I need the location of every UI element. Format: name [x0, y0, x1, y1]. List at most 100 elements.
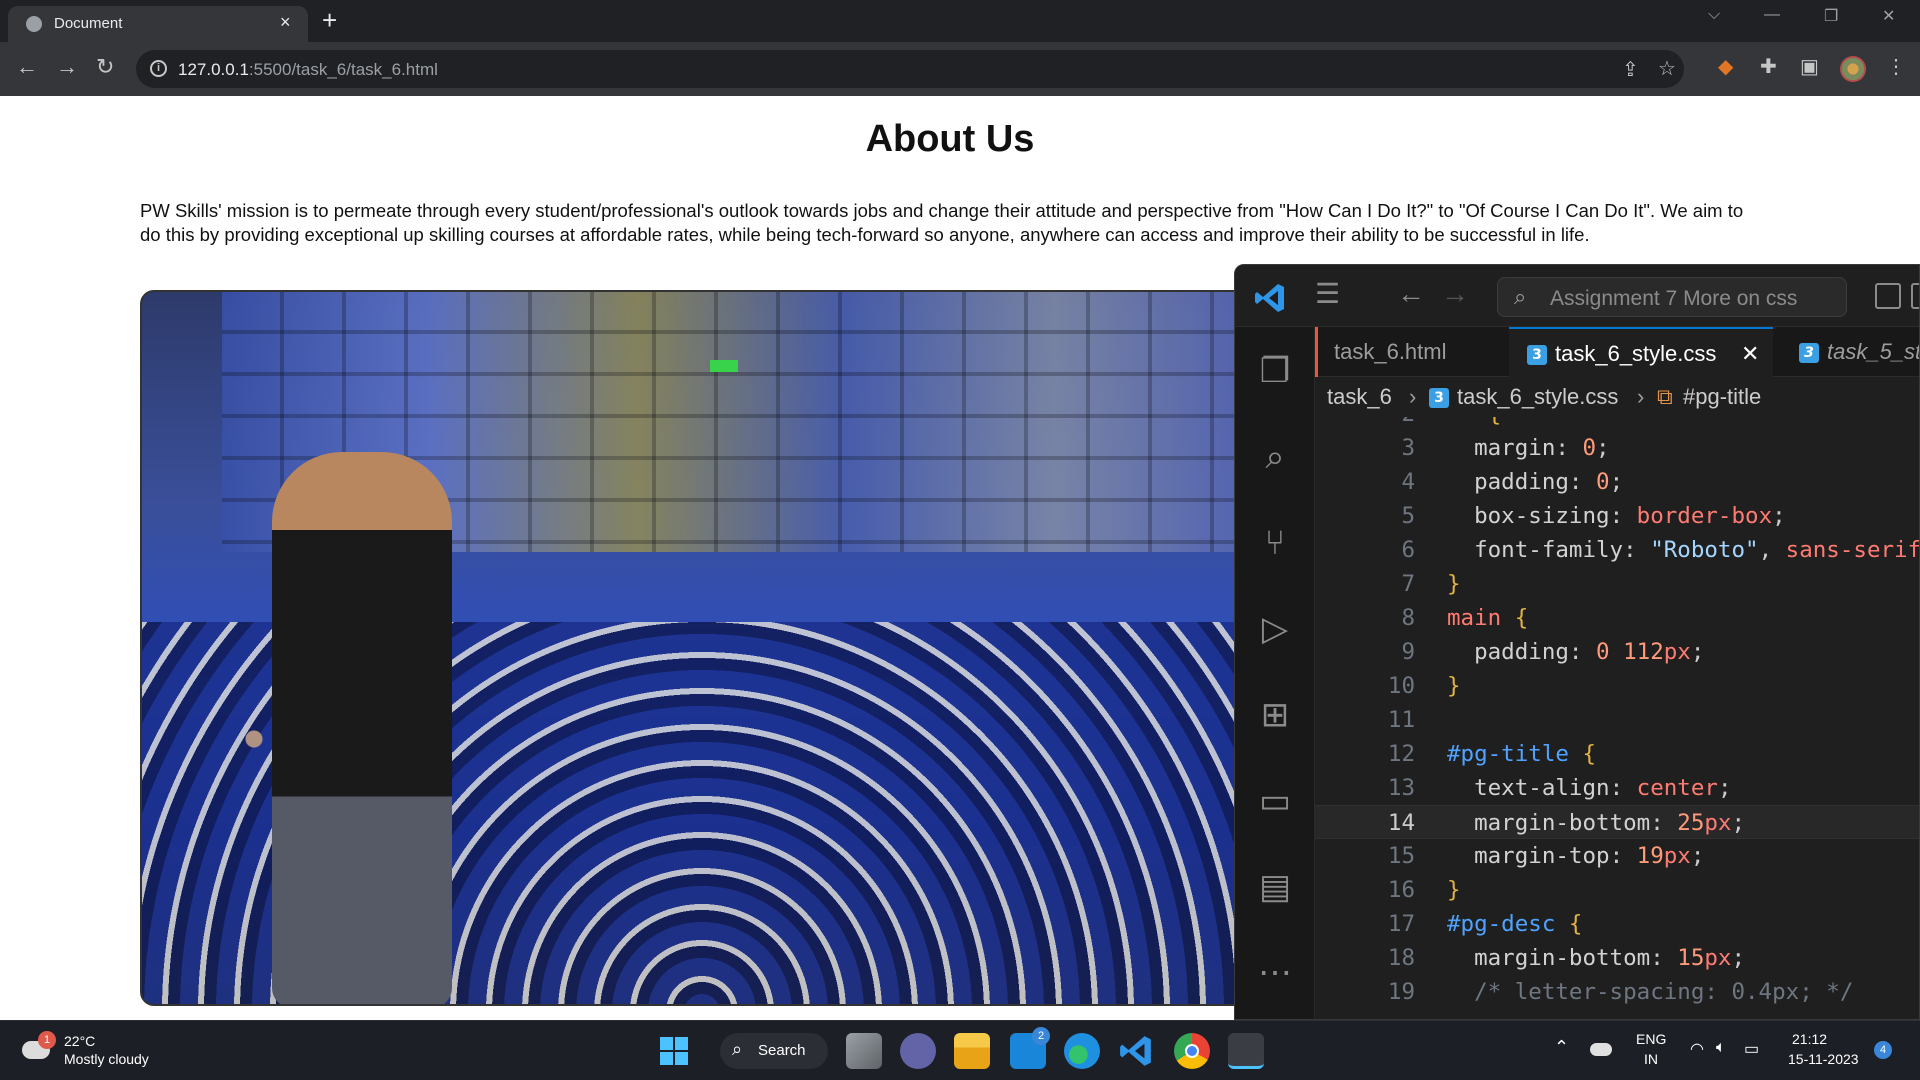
chevron-up-icon[interactable]: ⌃ — [1554, 1037, 1569, 1058]
url-text[interactable]: 127.0.0.1:5500/task_6/task_6.html — [178, 60, 438, 80]
browser-tab[interactable]: Document × — [8, 6, 308, 42]
code-line[interactable]: 17 #pg-desc { — [1315, 907, 1919, 941]
restore-button[interactable]: ❐ — [1824, 6, 1838, 26]
more-icon[interactable]: ⋯ — [1253, 951, 1297, 995]
edge-browser-icon[interactable] — [1064, 1033, 1100, 1069]
start-button[interactable] — [656, 1033, 692, 1069]
code-line[interactable]: 8 main { — [1315, 601, 1919, 635]
minimize-button[interactable]: — — [1764, 6, 1780, 24]
onedrive-icon[interactable] — [1590, 1043, 1612, 1056]
notification-badge[interactable]: 4 — [1874, 1041, 1892, 1059]
tab-task-6-html[interactable]: task_6.html — [1315, 327, 1501, 377]
code-line[interactable]: 4 padding: 0; — [1315, 465, 1919, 499]
hamburger-menu-icon[interactable]: ☰ — [1315, 279, 1340, 309]
snipping-tool-icon[interactable] — [1228, 1033, 1264, 1069]
code-text[interactable]: * { — [1447, 417, 1501, 431]
code-line[interactable]: 18 margin-bottom: 15px; — [1315, 941, 1919, 975]
toggle-sidebar-icon[interactable] — [1875, 283, 1901, 309]
code-text[interactable]: } — [1447, 873, 1461, 907]
task-view-icon[interactable] — [846, 1033, 882, 1069]
code-text[interactable]: margin-bottom: 15px; — [1447, 941, 1745, 975]
explorer-icon[interactable]: ❐ — [1253, 349, 1297, 393]
address-bar[interactable]: i 127.0.0.1:5500/task_6/task_6.html ⇪ ☆ — [136, 50, 1684, 88]
code-text[interactable]: margin: 0; — [1447, 431, 1609, 465]
forward-button[interactable]: → — [56, 54, 78, 80]
teams-chat-icon[interactable] — [900, 1033, 936, 1069]
breadcrumb-file[interactable]: 3 task_6_style.css — [1429, 377, 1618, 417]
file-explorer-icon[interactable] — [954, 1033, 990, 1069]
nav-forward-icon[interactable]: → — [1441, 279, 1469, 309]
source-control-icon[interactable]: ⑂ — [1253, 521, 1297, 565]
code-line[interactable]: 10} — [1315, 669, 1919, 703]
taskbar-search[interactable]: ⌕ Search — [720, 1033, 828, 1069]
clock-time[interactable]: 21:12 — [1792, 1031, 1827, 1047]
remote-explorer-icon[interactable]: ▭ — [1253, 779, 1297, 823]
code-line[interactable]: 5 box-sizing: border-box; — [1315, 499, 1919, 533]
command-center-search[interactable]: ⌕ Assignment 7 More on css — [1497, 277, 1847, 317]
code-line[interactable]: 16} — [1315, 873, 1919, 907]
battery-icon[interactable]: ▭ — [1744, 1039, 1759, 1059]
code-text[interactable]: #pg-title { — [1447, 737, 1596, 771]
code-text[interactable]: main { — [1447, 601, 1528, 635]
reload-button[interactable]: ↻ — [96, 54, 114, 80]
code-text[interactable]: } — [1447, 567, 1461, 601]
code-line[interactable]: 7} — [1315, 567, 1919, 601]
tab-task-6-style-css[interactable]: 3 task_6_style.css ✕ — [1509, 327, 1773, 377]
code-editor[interactable]: 2* {3 margin: 0;4 padding: 0;5 box-sizin… — [1315, 417, 1919, 1019]
code-text[interactable]: } — [1447, 669, 1461, 703]
code-text[interactable]: padding: 0 112px; — [1447, 635, 1704, 669]
code-line[interactable]: 3 margin: 0; — [1315, 431, 1919, 465]
clock-date[interactable]: 15-11-2023 — [1788, 1051, 1859, 1067]
code-line[interactable]: 12 #pg-title { — [1315, 737, 1919, 771]
breadcrumb-folder[interactable]: task_6 — [1327, 377, 1392, 417]
code-line[interactable]: 19 /* letter-spacing: 0.4px; */ — [1315, 975, 1919, 1009]
volume-icon[interactable]: 🔈︎ — [1716, 1039, 1726, 1057]
search-label: Search — [758, 1042, 806, 1059]
share-icon[interactable]: ⇪ — [1622, 59, 1639, 81]
search-view-icon[interactable]: ⌕ — [1253, 435, 1297, 479]
code-line[interactable]: 2 * { — [1315, 417, 1919, 431]
code-line[interactable]: 9 padding: 0 112px; — [1315, 635, 1919, 669]
star-icon[interactable]: ☆ — [1658, 58, 1676, 80]
code-text[interactable]: #pg-desc { — [1447, 907, 1582, 941]
folder-icon[interactable]: ▤ — [1253, 865, 1297, 909]
mail-icon[interactable]: 2 — [1010, 1027, 1050, 1069]
new-tab-button[interactable]: + — [322, 6, 337, 34]
code-text[interactable]: margin-top: 19px; — [1447, 839, 1704, 873]
tab-search-dropdown-icon[interactable]: ⌵ — [1708, 6, 1720, 24]
code-text[interactable]: box-sizing: border-box; — [1447, 499, 1786, 533]
tab-close-icon[interactable]: × — [280, 12, 291, 33]
code-line[interactable]: 6 font-family: "Roboto", sans-serif; — [1315, 533, 1919, 567]
language-line-2[interactable]: IN — [1644, 1051, 1658, 1067]
window-close-button[interactable]: ✕ — [1882, 6, 1895, 26]
code-line[interactable]: 11 — [1315, 703, 1919, 737]
site-info-icon[interactable]: i — [150, 60, 167, 77]
sidepanel-icon[interactable]: ▣ — [1800, 56, 1819, 78]
code-text[interactable]: text-align: center; — [1447, 771, 1731, 805]
puzzle-icon[interactable]: ✚ — [1760, 56, 1777, 78]
weather-widget[interactable]: 1 22°C Mostly cloudy — [18, 1029, 168, 1073]
tab-close-icon[interactable]: ✕ — [1741, 329, 1759, 379]
code-line[interactable]: 13 text-align: center; — [1315, 771, 1919, 805]
code-text[interactable]: font-family: "Roboto", sans-serif; — [1447, 533, 1919, 567]
menu-icon[interactable]: ⋮ — [1886, 56, 1906, 78]
chrome-icon[interactable] — [1174, 1033, 1210, 1069]
extensions-icon[interactable]: ⊞ — [1253, 693, 1297, 737]
vscode-taskbar-icon[interactable] — [1118, 1033, 1154, 1069]
extension-fox-icon[interactable]: ◆ — [1718, 56, 1733, 78]
code-text[interactable]: /* letter-spacing: 0.4px; */ — [1447, 975, 1853, 1009]
code-line[interactable]: 14 margin-bottom: 25px; — [1315, 805, 1919, 840]
profile-avatar[interactable] — [1840, 56, 1866, 82]
run-debug-icon[interactable]: ▷ — [1253, 607, 1297, 651]
toggle-panel-icon[interactable] — [1911, 283, 1919, 309]
language-line-1[interactable]: ENG — [1636, 1031, 1666, 1047]
wifi-icon[interactable]: ◠ — [1690, 1039, 1704, 1059]
vscode-window: ☰ ← → ⌕ Assignment 7 More on css ❐ ⌕ ⑂ ▷… — [1234, 264, 1920, 1020]
breadcrumb-symbol[interactable]: #pg-title — [1683, 377, 1761, 417]
code-text[interactable]: padding: 0; — [1447, 465, 1623, 499]
back-button[interactable]: ← — [16, 54, 38, 80]
nav-back-icon[interactable]: ← — [1397, 279, 1425, 309]
tab-task-5-style[interactable]: 3 task_5_st — [1781, 327, 1919, 377]
code-line[interactable]: 15 margin-top: 19px; — [1315, 839, 1919, 873]
code-text[interactable]: margin-bottom: 25px; — [1447, 806, 1745, 840]
